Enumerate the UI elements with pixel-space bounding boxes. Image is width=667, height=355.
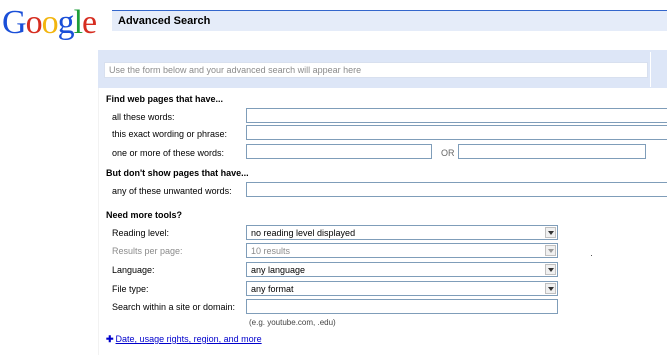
plus-icon[interactable]: ✚	[106, 334, 114, 345]
more-options-label[interactable]: Date, usage rights, region, and more	[116, 334, 262, 344]
language-value: any language	[251, 265, 306, 275]
more-options-link[interactable]: ✚ Date, usage rights, region, and more	[106, 334, 262, 345]
file-type-value: any format	[251, 284, 294, 294]
reading-level-label: Reading level:	[112, 228, 170, 238]
chevron-down-icon[interactable]	[545, 227, 556, 238]
unwanted-words-input[interactable]	[246, 182, 667, 197]
exclude-section-heading: But don't show pages that have...	[106, 168, 249, 178]
unwanted-words-label: any of these unwanted words:	[112, 186, 232, 196]
any-words-label: one or more of these words:	[112, 148, 225, 158]
language-label: Language:	[112, 265, 155, 275]
logo-letter: g	[57, 4, 75, 41]
language-select[interactable]: any language	[246, 262, 558, 277]
reading-level-value: no reading level displayed	[251, 228, 356, 238]
results-per-page-label: Results per page:	[112, 246, 183, 256]
find-section-heading: Find web pages that have...	[106, 94, 224, 104]
file-type-label: File type:	[112, 284, 149, 294]
stray-dot	[591, 255, 592, 256]
logo-letter: o	[41, 4, 59, 41]
form-left-rule	[98, 88, 99, 355]
tools-section-heading: Need more tools?	[106, 210, 183, 220]
chevron-down-icon[interactable]	[545, 245, 556, 256]
logo-letter: e	[82, 4, 97, 41]
logo-letter: l	[73, 4, 84, 41]
all-words-input[interactable]	[246, 108, 667, 123]
reading-level-select[interactable]: no reading level displayed	[246, 225, 558, 240]
query-preview-placeholder: Use the form below and your advanced sea…	[109, 65, 362, 75]
file-type-select[interactable]: any format	[246, 281, 558, 296]
results-per-page-value: 10 results	[251, 246, 291, 256]
site-domain-label: Search within a site or domain:	[112, 302, 236, 312]
logo-letter: o	[25, 4, 43, 41]
site-domain-input[interactable]	[246, 299, 558, 314]
or-label: OR	[441, 148, 455, 158]
page-header-bar: Advanced Search	[112, 10, 667, 31]
chevron-down-icon[interactable]	[545, 264, 556, 275]
page-title: Advanced Search	[118, 15, 211, 27]
chevron-down-icon[interactable]	[545, 283, 556, 294]
results-per-page-select[interactable]: 10 results	[246, 243, 558, 258]
preview-divider	[650, 52, 651, 87]
any-words-input-1[interactable]	[246, 144, 432, 159]
google-logo[interactable]: Google	[2, 3, 97, 43]
all-words-label: all these words:	[112, 112, 175, 122]
exact-phrase-label: this exact wording or phrase:	[112, 129, 228, 139]
any-words-input-2[interactable]	[458, 144, 646, 159]
logo-letter: G	[2, 4, 27, 41]
query-preview-field[interactable]: Use the form below and your advanced sea…	[104, 62, 648, 78]
site-domain-hint: (e.g. youtube.com, .edu)	[249, 318, 336, 327]
exact-phrase-input[interactable]	[246, 125, 667, 140]
